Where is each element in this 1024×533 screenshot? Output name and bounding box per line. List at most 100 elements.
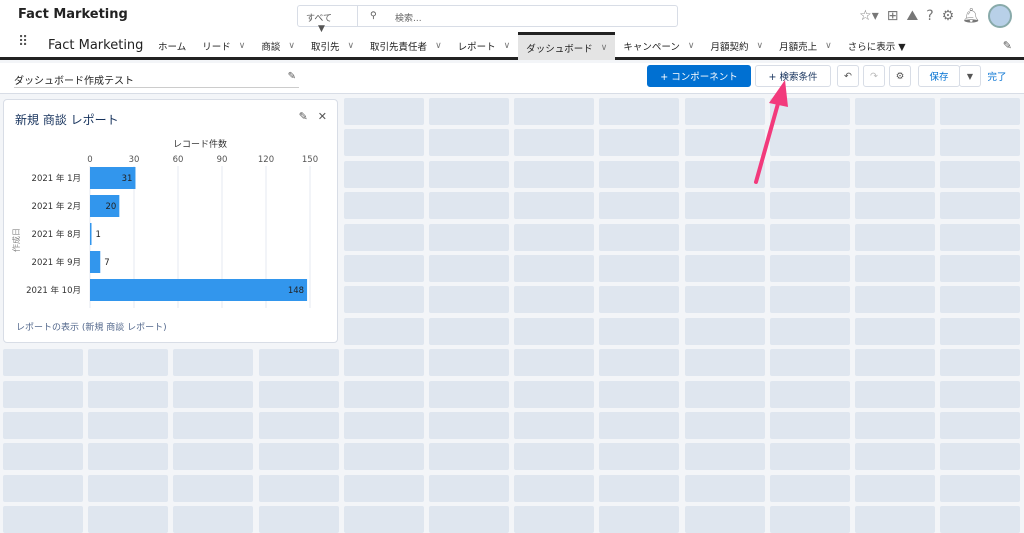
chevron-down-icon[interactable]: ∨ <box>347 41 354 51</box>
trailhead-icon[interactable]: ⛰ <box>906 8 918 24</box>
grid-placeholder-tile <box>684 443 765 471</box>
nav-tab[interactable]: キャンペーン ∨ <box>615 32 702 60</box>
bell-icon[interactable]: 🔔︎ <box>962 8 980 24</box>
chevron-down-icon[interactable]: ∨ <box>435 41 442 51</box>
grid-placeholder-tile <box>343 129 424 157</box>
grid-placeholder-tile <box>855 223 935 251</box>
grid-placeholder-tile <box>343 98 424 125</box>
grid-placeholder-tile <box>684 98 765 125</box>
view-report-link[interactable]: レポートの表示 (新規 商談 レポート) <box>16 320 167 333</box>
grid-placeholder-tile <box>684 474 765 502</box>
nav-tab[interactable]: 月額契約 ∨ <box>703 32 772 60</box>
bar[interactable] <box>90 223 92 245</box>
save-menu-chevron-icon[interactable]: ▼ <box>959 65 981 87</box>
tab-label: 取引先 <box>310 42 340 53</box>
grid-placeholder-tile <box>855 349 935 377</box>
y-axis-title: 作成日 <box>11 228 21 252</box>
grid-placeholder-tile <box>769 349 850 377</box>
grid-placeholder-tile <box>343 255 424 282</box>
dashboard-name-field[interactable]: ダッシュボード作成テスト ✎ <box>14 68 299 88</box>
grid-placeholder-tile <box>88 349 169 377</box>
grid-placeholder-tile <box>684 317 765 345</box>
done-button[interactable]: 完了 <box>983 65 1011 87</box>
chevron-down-icon[interactable]: ∨ <box>688 41 695 51</box>
avatar[interactable] <box>988 4 1012 28</box>
grid-placeholder-tile <box>940 286 1021 314</box>
undo-icon[interactable]: ↶ <box>837 65 859 87</box>
grid-placeholder-tile <box>599 506 680 533</box>
grid-placeholder-tile <box>940 506 1021 533</box>
grid-placeholder-tile <box>173 506 254 533</box>
tab-label: ホーム <box>158 42 187 53</box>
grid-placeholder-tile <box>343 349 424 377</box>
nav-tab[interactable]: 取引先 ∨ <box>303 32 362 60</box>
gear-icon[interactable]: ⚙ <box>942 8 955 24</box>
data-label: 1 <box>96 230 101 240</box>
grid-placeholder-tile <box>429 506 509 533</box>
x-tick-label: 0 <box>87 155 92 165</box>
data-label: 148 <box>288 286 304 296</box>
grid-placeholder-tile <box>343 412 424 439</box>
nav-tab[interactable]: さらに表示 ▼ <box>840 32 914 60</box>
nav-tab[interactable]: 月額売上 ∨ <box>771 32 840 60</box>
chevron-down-icon[interactable]: ∨ <box>504 41 511 51</box>
grid-placeholder-tile <box>940 412 1021 439</box>
grid-placeholder-tile <box>514 443 595 471</box>
x-tick-label: 30 <box>129 155 140 165</box>
grid-placeholder-tile <box>855 506 935 533</box>
search-input[interactable]: 検索... <box>395 11 422 24</box>
y-tick-label: 2021 年 10月 <box>26 285 81 296</box>
chevron-down-icon[interactable]: ∨ <box>757 41 764 51</box>
add-filter-button[interactable]: + 検索条件 <box>755 65 831 87</box>
grid-placeholder-tile <box>514 160 595 188</box>
chevron-down-icon[interactable]: ∨ <box>601 43 608 53</box>
chevron-down-icon[interactable]: ∨ <box>825 41 832 51</box>
grid-placeholder-tile <box>769 380 850 408</box>
data-label: 20 <box>106 202 117 212</box>
settings-gear-icon[interactable]: ⚙ <box>889 65 911 87</box>
grid-placeholder-tile <box>769 255 850 282</box>
help-icon[interactable]: ? <box>926 8 933 24</box>
search-scope-select[interactable]: すべて ▼ <box>298 6 358 34</box>
grid-placeholder-tile <box>258 412 339 439</box>
pencil-icon[interactable]: ✎ <box>288 71 296 82</box>
grid-placeholder-tile <box>258 443 339 471</box>
nav-tab[interactable]: レポート ∨ <box>450 32 519 60</box>
grid-placeholder-tile <box>343 474 424 502</box>
favorite-star-icon[interactable]: ☆▾ <box>859 8 879 24</box>
chevron-down-icon[interactable]: ∨ <box>239 41 246 51</box>
grid-placeholder-tile <box>599 223 680 251</box>
save-button[interactable]: 保存 <box>918 65 960 87</box>
grid-placeholder-tile <box>88 474 169 502</box>
grid-placeholder-tile <box>855 129 935 157</box>
grid-placeholder-tile <box>514 317 595 345</box>
grid-placeholder-tile <box>855 380 935 408</box>
search-box[interactable]: すべて ▼ ⚲ 検索... <box>297 5 678 34</box>
search-icon: ⚲ <box>370 11 377 21</box>
chevron-down-icon[interactable]: ∨ <box>288 41 295 51</box>
app-launcher-icon[interactable]: ⠿ <box>18 35 28 49</box>
grid-placeholder-tile <box>855 192 935 220</box>
grid-placeholder-tile <box>3 474 83 502</box>
grid-placeholder-tile <box>769 192 850 220</box>
grid-placeholder-tile <box>684 255 765 282</box>
nav-tab[interactable]: リード ∨ <box>194 32 253 60</box>
x-tick-label: 120 <box>258 155 274 165</box>
grid-placeholder-tile <box>684 286 765 314</box>
add-icon[interactable]: ⊞ <box>887 8 899 24</box>
nav-tab[interactable]: ホーム <box>150 32 194 60</box>
grid-placeholder-tile <box>343 506 424 533</box>
bar[interactable] <box>90 251 101 273</box>
grid-placeholder-tile <box>258 506 339 533</box>
bar[interactable] <box>90 279 308 301</box>
grid-placeholder-tile <box>429 317 509 345</box>
add-component-button[interactable]: + コンポーネント <box>647 65 751 87</box>
nav-tab[interactable]: 取引先責任者 ∨ <box>362 32 450 60</box>
edit-nav-icon[interactable]: ✎ <box>1003 39 1012 52</box>
nav-tab[interactable]: 商談 ∨ <box>253 32 303 60</box>
grid-placeholder-tile <box>429 223 509 251</box>
nav-tab[interactable]: ダッシュボード ∨ <box>518 32 616 60</box>
scope-label: すべて <box>306 14 333 24</box>
grid-placeholder-tile <box>258 349 339 377</box>
redo-icon[interactable]: ↷ <box>863 65 885 87</box>
